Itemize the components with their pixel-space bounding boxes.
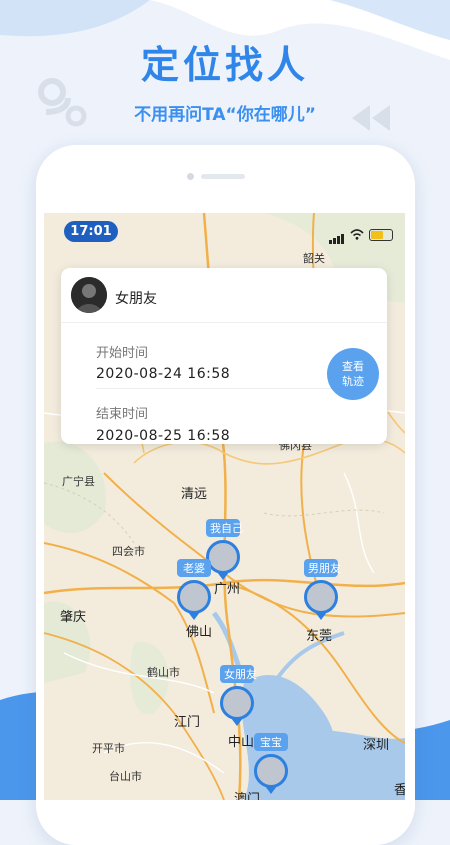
city-label-zhaoqing: 肇庆: [60, 610, 87, 625]
contact-name: 女朋友: [115, 291, 157, 307]
end-time-label: 结束时间: [96, 407, 149, 422]
location-pin-wife[interactable]: 老婆: [177, 559, 211, 620]
city-label-taishan: 台山市: [109, 770, 142, 783]
status-icons: [329, 225, 393, 244]
avatar: [220, 686, 254, 720]
city-label-dongguan: 东莞: [306, 629, 333, 644]
location-pin-girlfriend[interactable]: 女朋友: [220, 665, 257, 726]
location-pin-baby[interactable]: 宝宝: [254, 733, 288, 794]
avatar: [206, 540, 240, 574]
city-label-qingyuan: 清远: [181, 487, 208, 502]
phone-camera-dot: [187, 173, 194, 180]
city-label-heshan: 鹤山市: [147, 666, 180, 679]
track-query-card: 女朋友 开始时间 2020-08-24 16:58 结束时间 2020-08-2…: [61, 268, 387, 444]
signal-icon: [329, 225, 345, 244]
pin-label: 我自己: [206, 519, 243, 537]
pin-label: 宝宝: [254, 733, 288, 751]
start-time-label: 开始时间: [96, 346, 149, 361]
phone-speaker: [201, 174, 245, 179]
avatar: [71, 277, 107, 313]
pin-label: 老婆: [177, 559, 211, 577]
view-track-button-line2: 轨迹: [342, 375, 364, 388]
divider: [96, 388, 337, 389]
city-label-foshan: 佛山: [186, 625, 213, 640]
divider: [61, 322, 387, 323]
location-pin-boyfriend[interactable]: 男朋友: [304, 559, 341, 620]
location-pin-myself[interactable]: 我自己: [206, 519, 243, 580]
battery-icon: [369, 228, 393, 241]
view-track-button-line1: 查看: [342, 360, 364, 373]
view-track-button[interactable]: 查看 轨迹: [327, 348, 379, 400]
city-label-guangning: 广宁县: [62, 475, 95, 488]
map-screen[interactable]: 17:01 韶关 佛冈县 广宁县 清远 四会市 广州 肇庆 佛山 东莞 鹤山市 …: [44, 213, 405, 800]
wifi-icon: [350, 229, 364, 240]
city-label-kaiping: 开平市: [92, 742, 125, 755]
city-label-sihui: 四会市: [112, 545, 145, 558]
pin-label: 女朋友: [220, 665, 257, 683]
avatar: [177, 580, 211, 614]
city-label-shaoguan: 韶关: [303, 252, 325, 265]
location-pin-decoration-icon: [38, 78, 87, 127]
city-label-hongkong: 香: [394, 783, 405, 798]
avatar: [254, 754, 288, 788]
city-label-jiangmen: 江门: [174, 715, 201, 730]
rewind-arrows-decoration-icon: [352, 105, 390, 131]
end-time-value[interactable]: 2020-08-25 16:58: [96, 428, 230, 444]
pin-label: 男朋友: [304, 559, 341, 577]
city-label-guangzhou: 广州: [214, 582, 241, 597]
city-label-zhongshan: 中山: [228, 735, 255, 750]
city-label-shenzhen: 深圳: [363, 738, 390, 753]
status-time: 17:01: [64, 221, 118, 242]
avatar: [304, 580, 338, 614]
start-time-value[interactable]: 2020-08-24 16:58: [96, 366, 230, 382]
